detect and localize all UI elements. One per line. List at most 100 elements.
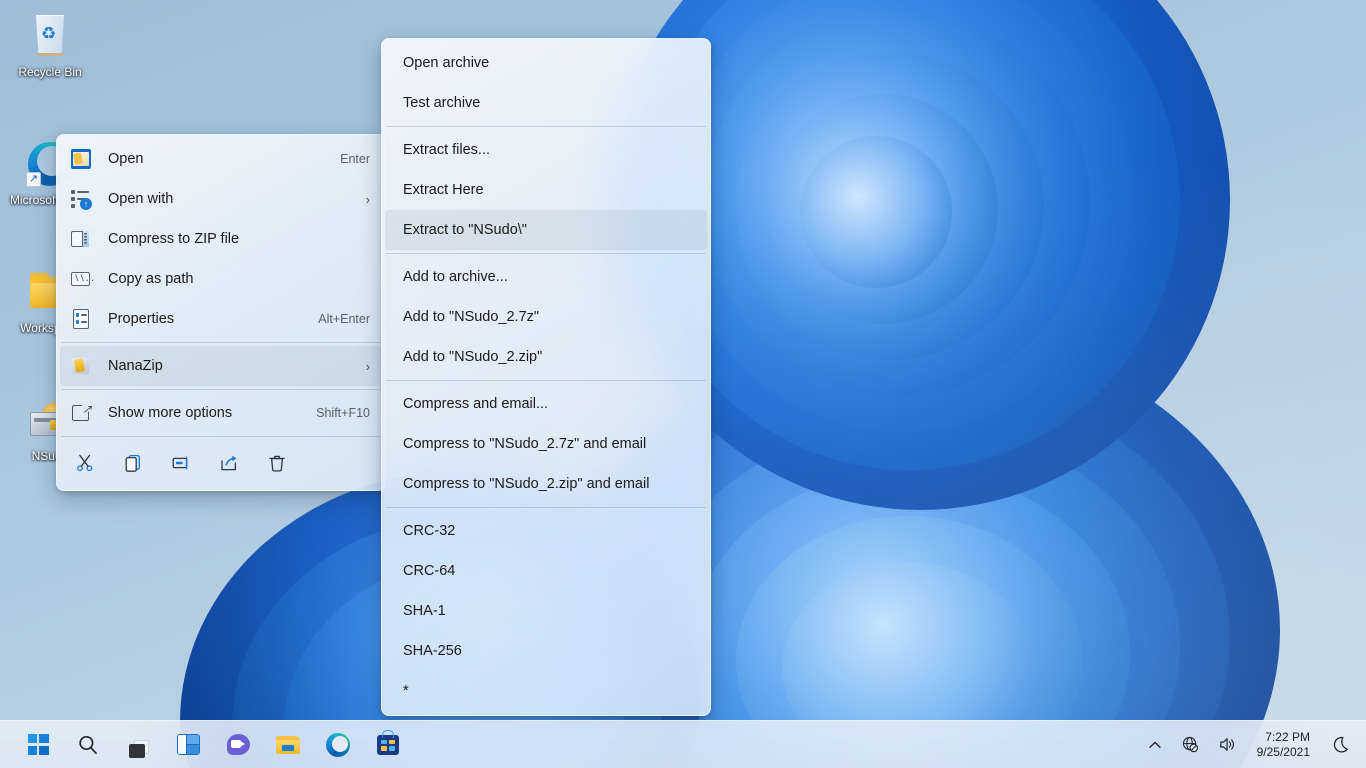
task-view-icon — [124, 731, 152, 759]
store-icon — [377, 729, 399, 755]
menu-separator — [61, 342, 381, 343]
submenu-item-test-archive[interactable]: Test archive — [385, 83, 707, 123]
globe-no-internet-icon — [1182, 736, 1198, 753]
trash-icon — [269, 455, 285, 472]
search-button[interactable] — [66, 725, 110, 765]
submenu-item-label: CRC-32 — [403, 523, 456, 539]
volume-button[interactable] — [1210, 725, 1245, 765]
submenu-item-add-to-zip[interactable]: Add to "NSudo_2.zip" — [385, 337, 707, 377]
menu-item-label: Open — [108, 151, 144, 167]
submenu-item-compress-and-email[interactable]: Compress and email... — [385, 384, 707, 424]
submenu-item-compress-7z-and-email[interactable]: Compress to "NSudo_2.7z" and email — [385, 424, 707, 464]
windows-logo-icon — [27, 734, 49, 755]
delete-button[interactable] — [253, 444, 301, 482]
submenu-item-label: Extract Here — [403, 182, 484, 198]
focus-assist-button[interactable] — [1322, 725, 1358, 765]
menu-item-open-with[interactable]: ↑ Open with › — [60, 179, 382, 219]
menu-item-copy-as-path[interactable]: \\.. Copy as path — [60, 259, 382, 299]
submenu-item-extract-here[interactable]: Extract Here — [385, 170, 707, 210]
widgets-button[interactable] — [166, 725, 210, 765]
submenu-item-label: Extract files... — [403, 142, 491, 158]
shortcut-arrow-icon: ↗ — [26, 172, 41, 187]
submenu-item-compress-zip-and-email[interactable]: Compress to "NSudo_2.zip" and email — [385, 464, 707, 504]
start-button[interactable] — [16, 725, 60, 765]
menu-separator — [61, 389, 381, 390]
submenu-item-open-archive[interactable]: Open archive — [385, 43, 707, 83]
menu-item-compress-to-zip[interactable]: Compress to ZIP file — [60, 219, 382, 259]
submenu-item-label: * — [403, 683, 409, 699]
submenu-item-label: Compress and email... — [403, 396, 549, 412]
nanazip-icon — [70, 355, 92, 377]
submenu-item-label: Compress to "NSudo_2.7z" and email — [403, 436, 647, 452]
submenu-item-extract-to-folder[interactable]: Extract to "NSudo\" — [385, 210, 707, 250]
menu-separator — [61, 436, 381, 437]
submenu-item-crc32[interactable]: CRC-32 — [385, 511, 707, 551]
system-tray[interactable]: 7:22 PM 9/25/2021 — [1139, 721, 1358, 768]
chevron-right-icon: › — [365, 191, 370, 207]
microsoft-store-button[interactable] — [366, 725, 410, 765]
recycle-bin-icon: ♻ — [26, 12, 74, 60]
menu-item-accelerator: Alt+Enter — [318, 312, 370, 326]
rename-icon — [172, 456, 188, 470]
context-menu-action-bar — [57, 440, 385, 486]
submenu-item-label: SHA-256 — [403, 643, 462, 659]
menu-separator — [386, 253, 706, 254]
desktop-icon-label: Recycle Bin — [18, 65, 82, 79]
submenu-item-label: Add to "NSudo_2.7z" — [403, 309, 540, 325]
search-icon — [79, 735, 97, 754]
network-button[interactable] — [1173, 725, 1208, 765]
show-hidden-icons-button[interactable] — [1139, 725, 1171, 765]
cut-button[interactable] — [61, 444, 109, 482]
submenu-item-sha256[interactable]: SHA-256 — [385, 631, 707, 671]
desktop[interactable]: ♻ Recycle Bin ↗ Microsoft Edge Workspace… — [0, 0, 1366, 768]
taskbar[interactable]: 7:22 PM 9/25/2021 — [0, 720, 1366, 768]
submenu-item-label: CRC-64 — [403, 563, 456, 579]
share-icon — [221, 455, 237, 471]
edge-button[interactable] — [316, 725, 360, 765]
menu-item-open[interactable]: Open Enter — [60, 139, 382, 179]
zip-icon — [70, 228, 92, 250]
menu-item-label: NanaZip — [108, 358, 163, 374]
edge-icon — [326, 732, 350, 757]
submenu-item-extract-files[interactable]: Extract files... — [385, 130, 707, 170]
context-menu[interactable]: Open Enter ↑ Open with › Compress to ZIP… — [56, 134, 386, 491]
submenu-item-label: SHA-1 — [403, 603, 446, 619]
submenu-item-label: Test archive — [403, 95, 481, 111]
folder-icon — [274, 732, 302, 758]
submenu-item-add-to-7z[interactable]: Add to "NSudo_2.7z" — [385, 297, 707, 337]
menu-item-properties[interactable]: Properties Alt+Enter — [60, 299, 382, 339]
rename-button[interactable] — [157, 444, 205, 482]
submenu-item-label: Compress to "NSudo_2.zip" and email — [403, 476, 650, 492]
share-button[interactable] — [205, 444, 253, 482]
task-view-button[interactable] — [116, 725, 160, 765]
open-with-icon: ↑ — [70, 188, 92, 210]
submenu-item-label: Add to archive... — [403, 269, 508, 285]
submenu-item-sha1[interactable]: SHA-1 — [385, 591, 707, 631]
copy-path-icon: \\.. — [70, 268, 96, 290]
widgets-icon — [176, 734, 200, 755]
chevron-up-icon — [1148, 741, 1161, 748]
chat-button[interactable] — [216, 725, 260, 765]
menu-separator — [386, 126, 706, 127]
file-explorer-button[interactable] — [266, 725, 310, 765]
menu-item-nanazip[interactable]: NanaZip › — [60, 346, 382, 386]
copy-icon — [125, 454, 140, 472]
submenu-item-add-to-archive[interactable]: Add to archive... — [385, 257, 707, 297]
copy-button[interactable] — [109, 444, 157, 482]
properties-icon — [70, 308, 92, 330]
submenu-item-crc64[interactable]: CRC-64 — [385, 551, 707, 591]
scissors-icon — [77, 454, 93, 472]
chevron-right-icon: › — [365, 358, 370, 374]
nanazip-submenu[interactable]: Open archive Test archive Extract files.… — [381, 38, 711, 716]
submenu-item-label: Add to "NSudo_2.zip" — [403, 349, 543, 365]
desktop-icon-recycle-bin[interactable]: ♻ Recycle Bin — [2, 12, 98, 79]
menu-item-label: Compress to ZIP file — [108, 231, 240, 247]
show-more-icon: ↗ — [70, 402, 92, 424]
menu-item-show-more-options[interactable]: ↗ Show more options Shift+F10 — [60, 393, 382, 433]
menu-separator — [386, 380, 706, 381]
clock-time: 7:22 PM — [1265, 729, 1310, 744]
clock[interactable]: 7:22 PM 9/25/2021 — [1247, 725, 1320, 765]
menu-item-label: Properties — [108, 311, 175, 327]
submenu-item-all-hashes[interactable]: * — [385, 671, 707, 711]
submenu-item-label: Extract to "NSudo\" — [403, 222, 527, 238]
